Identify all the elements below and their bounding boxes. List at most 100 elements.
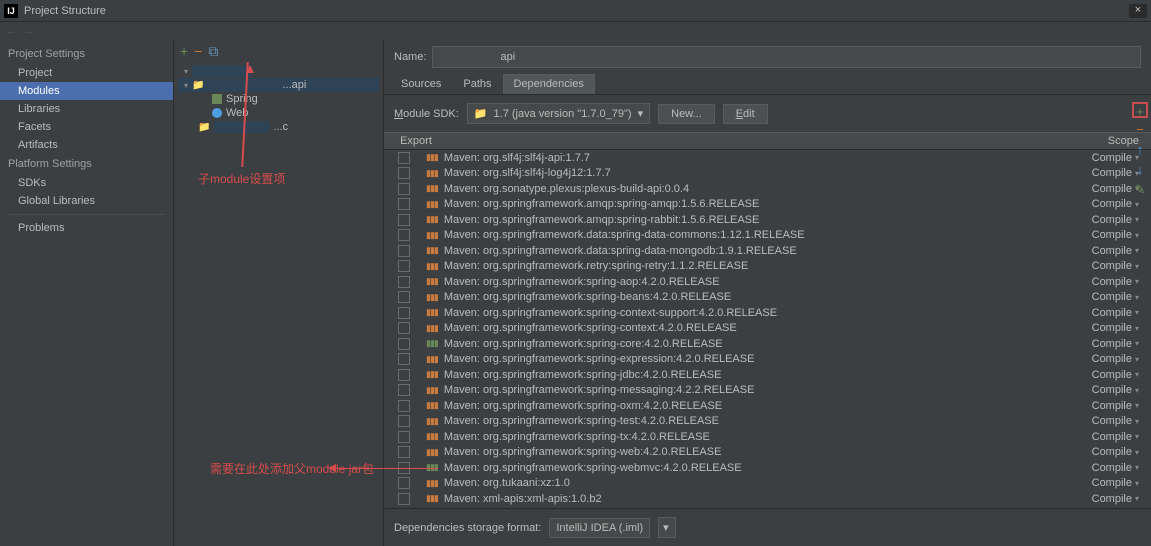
export-checkbox[interactable] bbox=[398, 338, 410, 350]
new-sdk-button[interactable]: New... bbox=[658, 104, 715, 124]
dependency-row[interactable]: ▮▮▮Maven: xml-apis:xml-apis:1.0.b2Compil… bbox=[384, 491, 1151, 507]
remove-module-icon[interactable]: − bbox=[194, 43, 202, 59]
remove-dependency-icon[interactable]: − bbox=[1132, 122, 1148, 138]
tree-row[interactable]: 📁...c bbox=[178, 120, 379, 134]
dependency-row[interactable]: ▮▮▮Maven: org.springframework:spring-bea… bbox=[384, 290, 1151, 306]
add-module-icon[interactable]: + bbox=[180, 43, 188, 59]
sidebar-item-facets[interactable]: Facets bbox=[0, 118, 173, 136]
export-checkbox[interactable] bbox=[398, 307, 410, 319]
dependency-row[interactable]: ▮▮▮Maven: org.springframework:spring-web… bbox=[384, 460, 1151, 476]
export-checkbox[interactable] bbox=[398, 322, 410, 334]
export-checkbox[interactable] bbox=[398, 400, 410, 412]
export-checkbox[interactable] bbox=[398, 152, 410, 164]
header-export[interactable]: Export bbox=[396, 135, 436, 147]
sidebar-item-libraries[interactable]: Libraries bbox=[0, 100, 173, 118]
dependency-row[interactable]: ▮▮▮ -public-0.0.1-SNAPSHOTCompile ▾ bbox=[384, 507, 1151, 509]
export-checkbox[interactable] bbox=[398, 276, 410, 288]
dependency-row[interactable]: ▮▮▮Maven: org.springframework:spring-tes… bbox=[384, 414, 1151, 430]
dependency-row[interactable]: ▮▮▮Maven: org.springframework:spring-oxm… bbox=[384, 398, 1151, 414]
close-icon[interactable]: × bbox=[1129, 4, 1147, 18]
sdk-combo[interactable]: 📁 1.7 (java version "1.7.0_79") ▾ bbox=[467, 103, 650, 124]
sidebar-item-problems[interactable]: Problems bbox=[0, 219, 173, 237]
scope-combo[interactable]: Compile ▾ bbox=[1092, 229, 1139, 241]
dependency-row[interactable]: ▮▮▮Maven: org.springframework.amqp:sprin… bbox=[384, 212, 1151, 228]
dependency-row[interactable]: ▮▮▮Maven: org.sonatype.plexus:plexus-bui… bbox=[384, 181, 1151, 197]
dependency-row[interactable]: ▮▮▮Maven: org.slf4j:slf4j-api:1.7.7Compi… bbox=[384, 150, 1151, 166]
scope-combo[interactable]: Compile ▾ bbox=[1092, 493, 1139, 505]
back-icon[interactable]: ← bbox=[6, 25, 17, 37]
dependency-row[interactable]: ▮▮▮Maven: org.springframework:spring-web… bbox=[384, 445, 1151, 461]
dependency-row[interactable]: ▮▮▮Maven: org.tukaani:xz:1.0Compile ▾ bbox=[384, 476, 1151, 492]
export-checkbox[interactable] bbox=[398, 353, 410, 365]
export-checkbox[interactable] bbox=[398, 462, 410, 474]
dependency-row[interactable]: ▮▮▮Maven: org.springframework:spring-tx:… bbox=[384, 429, 1151, 445]
scope-combo[interactable]: Compile ▾ bbox=[1092, 291, 1139, 303]
tree-row[interactable]: ▾ bbox=[178, 64, 379, 78]
dependency-row[interactable]: ▮▮▮Maven: org.springframework:spring-con… bbox=[384, 305, 1151, 321]
scope-combo[interactable]: Compile ▾ bbox=[1092, 462, 1139, 474]
dependency-row[interactable]: ▮▮▮Maven: org.springframework.retry:spri… bbox=[384, 259, 1151, 275]
tab-dependencies[interactable]: Dependencies bbox=[503, 74, 595, 94]
dependency-row[interactable]: ▮▮▮Maven: org.springframework:spring-aop… bbox=[384, 274, 1151, 290]
tree-row[interactable]: ▾📁...api bbox=[178, 78, 379, 92]
scope-combo[interactable]: Compile ▾ bbox=[1092, 276, 1139, 288]
scope-combo[interactable]: Compile ▾ bbox=[1092, 245, 1139, 257]
scope-combo[interactable]: Compile ▾ bbox=[1092, 369, 1139, 381]
scope-combo[interactable]: Compile ▾ bbox=[1092, 431, 1139, 443]
dependency-row[interactable]: ▮▮▮Maven: org.springframework.amqp:sprin… bbox=[384, 197, 1151, 213]
scope-combo[interactable]: Compile ▾ bbox=[1092, 477, 1139, 489]
dependency-row[interactable]: ▮▮▮Maven: org.springframework:spring-cor… bbox=[384, 336, 1151, 352]
dependency-row[interactable]: ▮▮▮Maven: org.springframework:spring-mes… bbox=[384, 383, 1151, 399]
scope-combo[interactable]: Compile ▾ bbox=[1092, 307, 1139, 319]
storage-combo[interactable]: IntelliJ IDEA (.iml) bbox=[549, 518, 650, 538]
export-checkbox[interactable] bbox=[398, 415, 410, 427]
export-checkbox[interactable] bbox=[398, 229, 410, 241]
scope-combo[interactable]: Compile ▾ bbox=[1092, 198, 1139, 210]
move-up-icon[interactable]: ↑ bbox=[1132, 142, 1148, 158]
export-checkbox[interactable] bbox=[398, 446, 410, 458]
scope-combo[interactable]: Compile ▾ bbox=[1092, 353, 1139, 365]
tree-row[interactable]: Spring bbox=[178, 92, 379, 106]
scope-combo[interactable]: Compile ▾ bbox=[1092, 400, 1139, 412]
edit-dependency-icon[interactable]: ✎ bbox=[1132, 182, 1148, 198]
sidebar-item-global-libraries[interactable]: Global Libraries bbox=[0, 192, 173, 210]
dependency-row[interactable]: ▮▮▮Maven: org.springframework.data:sprin… bbox=[384, 228, 1151, 244]
sidebar-item-modules[interactable]: Modules bbox=[0, 82, 173, 100]
export-checkbox[interactable] bbox=[398, 369, 410, 381]
copy-module-icon[interactable]: ⧉ bbox=[208, 43, 218, 60]
add-dependency-icon[interactable]: + bbox=[1132, 102, 1148, 118]
scope-combo[interactable]: Compile ▾ bbox=[1092, 384, 1139, 396]
export-checkbox[interactable] bbox=[398, 167, 410, 179]
edit-sdk-button[interactable]: Edit bbox=[723, 104, 768, 124]
export-checkbox[interactable] bbox=[398, 384, 410, 396]
sidebar-item-sdks[interactable]: SDKs bbox=[0, 174, 173, 192]
move-down-icon[interactable]: ↓ bbox=[1132, 162, 1148, 178]
sidebar-item-project[interactable]: Project bbox=[0, 64, 173, 82]
dependency-row[interactable]: ▮▮▮Maven: org.springframework:spring-con… bbox=[384, 321, 1151, 337]
export-checkbox[interactable] bbox=[398, 431, 410, 443]
storage-dropdown-icon[interactable]: ▾ bbox=[658, 517, 676, 538]
export-checkbox[interactable] bbox=[398, 198, 410, 210]
export-checkbox[interactable] bbox=[398, 245, 410, 257]
tree-row[interactable]: Web bbox=[178, 106, 379, 120]
dependency-row[interactable]: ▮▮▮Maven: org.springframework.data:sprin… bbox=[384, 243, 1151, 259]
dependency-row[interactable]: ▮▮▮Maven: org.springframework:spring-jdb… bbox=[384, 367, 1151, 383]
scope-combo[interactable]: Compile ▾ bbox=[1092, 338, 1139, 350]
export-checkbox[interactable] bbox=[398, 477, 410, 489]
scope-combo[interactable]: Compile ▾ bbox=[1092, 214, 1139, 226]
sidebar-item-artifacts[interactable]: Artifacts bbox=[0, 136, 173, 154]
export-checkbox[interactable] bbox=[398, 183, 410, 195]
export-checkbox[interactable] bbox=[398, 493, 410, 505]
dependency-row[interactable]: ▮▮▮Maven: org.slf4j:slf4j-log4j12:1.7.7C… bbox=[384, 166, 1151, 182]
dependency-row[interactable]: ▮▮▮Maven: org.springframework:spring-exp… bbox=[384, 352, 1151, 368]
export-checkbox[interactable] bbox=[398, 260, 410, 272]
scope-combo[interactable]: Compile ▾ bbox=[1092, 322, 1139, 334]
module-name-input[interactable] bbox=[432, 46, 1141, 68]
tab-sources[interactable]: Sources bbox=[390, 74, 452, 94]
scope-combo[interactable]: Compile ▾ bbox=[1092, 415, 1139, 427]
scope-combo[interactable]: Compile ▾ bbox=[1092, 446, 1139, 458]
scope-combo[interactable]: Compile ▾ bbox=[1092, 260, 1139, 272]
export-checkbox[interactable] bbox=[398, 291, 410, 303]
forward-icon[interactable]: → bbox=[23, 25, 34, 37]
export-checkbox[interactable] bbox=[398, 214, 410, 226]
